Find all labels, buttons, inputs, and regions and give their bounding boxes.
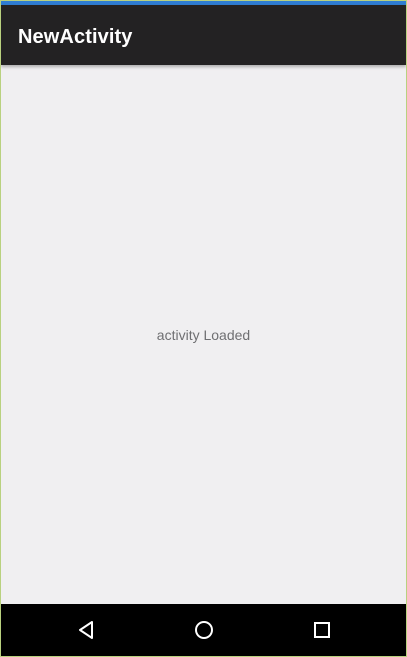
activity-loaded-message: activity Loaded <box>156 327 251 343</box>
activity-content: activity Loaded <box>1 65 406 605</box>
home-circle-icon <box>195 621 213 639</box>
system-navigation-bar <box>1 604 406 656</box>
recents-button[interactable] <box>308 616 336 644</box>
recents-square-icon <box>314 622 330 638</box>
android-device-screen: NewActivity activity Loaded <box>0 0 407 657</box>
app-bar: NewActivity <box>1 5 406 65</box>
activity-title: NewActivity <box>18 26 133 48</box>
home-button[interactable] <box>190 616 218 644</box>
back-triangle-icon <box>79 621 93 639</box>
back-button[interactable] <box>73 616 101 644</box>
